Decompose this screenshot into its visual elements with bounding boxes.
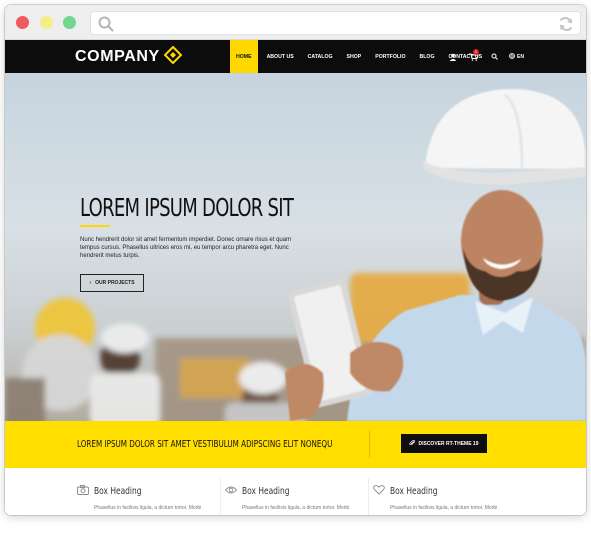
feature-box-head: Box Heading: [77, 482, 227, 500]
logo-diamond-icon: [163, 45, 183, 69]
box-divider: [220, 478, 221, 515]
main-navigation: COMPANY HOME ABOUT US CATALOG SHOP PORTF…: [5, 40, 586, 73]
heart-icon: [373, 482, 385, 500]
search-icon: [97, 15, 115, 38]
search-icon[interactable]: [484, 40, 505, 73]
close-window-button[interactable]: [16, 16, 29, 29]
browser-toolbar: [5, 5, 586, 40]
eye-icon: [224, 482, 238, 500]
feature-box: Box Heading Phasellus in facilisis ligul…: [77, 482, 227, 511]
nav-item-catalog[interactable]: CATALOG: [303, 40, 338, 73]
hero-title-underline: [80, 225, 110, 227]
discover-button-label: DISCOVER RT-THEME 19: [418, 440, 479, 447]
feature-box-text: Phasellus in facilisis ligula, a dictum …: [94, 505, 202, 511]
feature-box-title: Box Heading: [390, 485, 438, 497]
feature-boxes: Box Heading Phasellus in facilisis ligul…: [5, 468, 586, 515]
language-selector[interactable]: EN: [509, 52, 524, 61]
nav-item-portfolio[interactable]: PORTFOLIO: [370, 40, 410, 73]
our-projects-button[interactable]: › OUR PROJECTS: [80, 274, 144, 292]
hero-description: Nunc hendrerit dolor sit amet fermentum …: [80, 237, 292, 259]
language-label: EN: [517, 53, 524, 60]
nav-item-home[interactable]: HOME: [230, 40, 258, 73]
feature-box-title: Box Heading: [94, 485, 142, 497]
feature-box-text: Phasellus in facilisis ligula, a dictum …: [390, 505, 498, 511]
nav-item-blog[interactable]: BLOG: [415, 40, 440, 73]
user-icon[interactable]: [442, 40, 463, 73]
box-divider: [368, 478, 369, 515]
hero-title: LOREM IPSUM DOLOR SIT: [80, 193, 294, 222]
our-projects-label: OUR PROJECTS: [95, 280, 135, 286]
discover-button[interactable]: DISCOVER RT-THEME 19: [401, 434, 487, 453]
feature-box: Box Heading Phasellus in facilisis ligul…: [373, 482, 523, 511]
hero-banner: LOREM IPSUM DOLOR SIT Nunc hendrerit dol…: [5, 73, 586, 421]
cta-headline: LOREM IPSUM DOLOR SIT AMET VESTIBULUM AD…: [77, 439, 333, 450]
maximize-window-button[interactable]: [63, 16, 76, 29]
feature-box-title: Box Heading: [242, 485, 290, 497]
minimize-window-button[interactable]: [40, 16, 53, 29]
globe-icon: [509, 52, 515, 61]
cart-count-badge: 1: [473, 49, 479, 55]
nav-item-shop[interactable]: SHOP: [342, 40, 367, 73]
chevron-right-icon: ›: [89, 280, 92, 286]
site-logo[interactable]: COMPANY: [75, 45, 183, 69]
nav-tools: 1 EN: [442, 40, 524, 73]
reload-icon[interactable]: [557, 15, 575, 38]
feature-box: Box Heading Phasellus in facilisis ligul…: [224, 482, 375, 511]
feature-box-head: Box Heading: [224, 482, 375, 500]
feature-box-text: Phasellus in facilisis ligula, a dictum …: [242, 505, 350, 511]
feature-box-head: Box Heading: [373, 482, 523, 500]
browser-window: COMPANY HOME ABOUT US CATALOG SHOP PORTF…: [5, 5, 586, 515]
cart-icon[interactable]: 1: [463, 40, 484, 73]
camera-icon: [77, 482, 89, 500]
paperclip-icon: [409, 439, 416, 448]
address-bar[interactable]: [90, 11, 581, 35]
logo-text: COMPANY: [75, 48, 160, 65]
cta-divider: [369, 431, 370, 458]
call-to-action-bar: LOREM IPSUM DOLOR SIT AMET VESTIBULUM AD…: [5, 421, 586, 468]
nav-item-about-us[interactable]: ABOUT US: [262, 40, 299, 73]
